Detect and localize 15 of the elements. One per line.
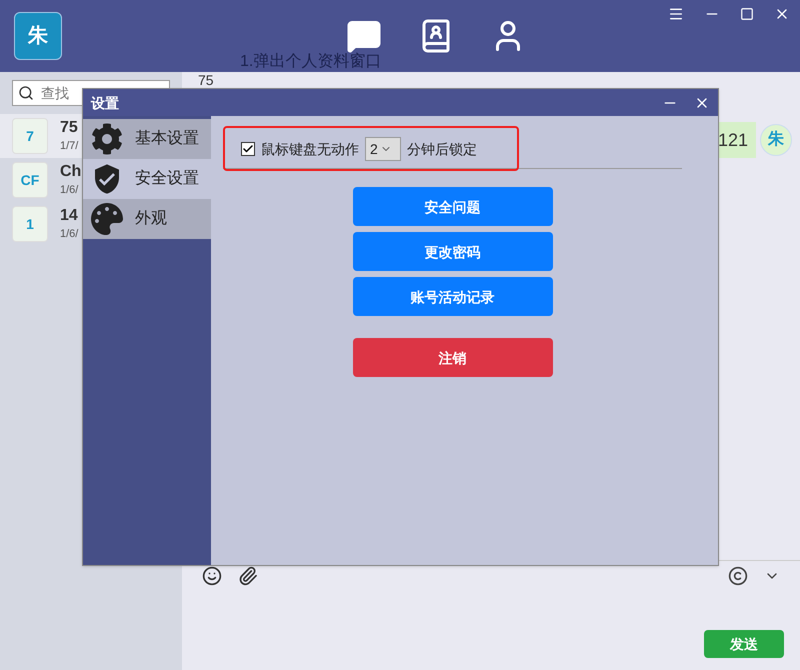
conversation-badge: 7 bbox=[12, 118, 48, 154]
conversation-name: 14 bbox=[60, 206, 78, 226]
lock-suffix: 分钟后锁定 bbox=[407, 140, 477, 158]
background-text: 1.弹出个人资料窗口 bbox=[240, 52, 382, 72]
chat-title: 75 bbox=[198, 72, 215, 88]
sender-avatar: 朱 bbox=[760, 124, 792, 156]
conversation-name: 75 bbox=[60, 118, 78, 138]
conversation-badge: CF bbox=[12, 162, 48, 198]
conversation-time: 1/6/ bbox=[60, 182, 80, 198]
conversation-time: 1/7/ bbox=[60, 138, 78, 154]
lock-label: 鼠标键盘无动作 bbox=[261, 140, 359, 158]
conversation-time: 1/6/ bbox=[60, 226, 78, 242]
dialog-title: 设置 bbox=[91, 94, 119, 112]
conversation-name: Ch bbox=[60, 162, 82, 182]
conversation-badge: 1 bbox=[12, 206, 48, 242]
